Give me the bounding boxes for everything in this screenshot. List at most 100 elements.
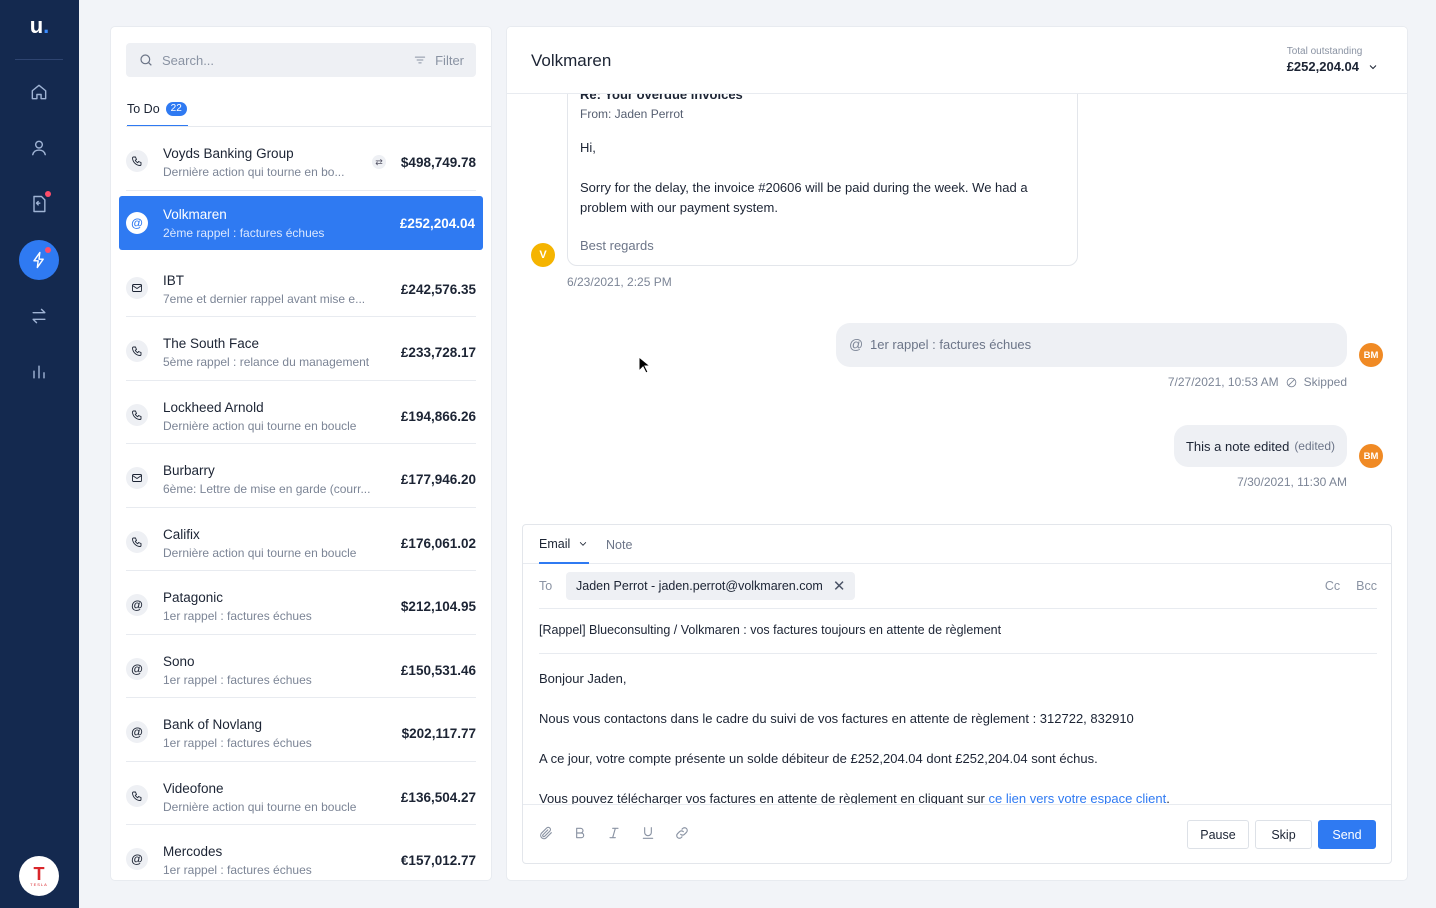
nav-analytics[interactable] (19, 352, 59, 392)
last-action: Dernière action qui tourne en boucle (163, 418, 357, 433)
mail-icon (126, 276, 148, 299)
last-action: Dernière action qui tourne en boucle (163, 799, 357, 814)
document-icon (33, 195, 46, 213)
amount-due: $212,104.95 (400, 599, 476, 614)
incoming-email-card[interactable]: Re: Your overdue invoices From: Jaden Pe… (567, 94, 1078, 266)
skip-button[interactable]: Skip (1255, 820, 1312, 849)
phone-icon (126, 784, 148, 807)
amount-due: $202,117.77 (401, 726, 476, 741)
customer-row[interactable]: Califix Dernière action qui tourne en bou… (126, 508, 476, 571)
customer-title: Volkmaren (531, 51, 612, 70)
customer-row[interactable]: IBT 7eme et dernier rappel avant mise e..… (126, 254, 476, 317)
last-action: 1er rappel : factures échues (163, 672, 312, 687)
nav-invoices[interactable] (19, 184, 59, 224)
filter-button[interactable]: Filter (413, 43, 464, 77)
filter-icon (414, 56, 426, 64)
email-subject: Re: Your overdue invoices (580, 94, 743, 102)
message-timestamp: 7/27/2021, 10:53 AM (1167, 375, 1279, 389)
customer-row[interactable]: @ Mercodes 1er rappel : factures échues €15… (126, 825, 476, 880)
last-action: 7eme et dernier rappel avant mise e... (163, 291, 366, 306)
amount-due: £252,204.04 (399, 215, 475, 231)
amount-due: £177,946.20 (400, 472, 476, 487)
company-avatar[interactable]: T TESLA (19, 856, 59, 896)
link-icon[interactable] (674, 825, 690, 841)
pause-button[interactable]: Pause (1187, 820, 1249, 849)
last-action: 1er rappel : factures échues (163, 609, 312, 623)
italic-icon[interactable] (606, 825, 622, 841)
tab-todo[interactable]: To Do 22 (127, 93, 188, 127)
subject-field[interactable]: [Rappel] Blueconsulting / Volkmaren : vo… (539, 609, 1377, 654)
remove-recipient-icon[interactable]: ✕ (833, 577, 846, 595)
client-portal-link[interactable]: ce lien vers votre espace client (989, 791, 1167, 804)
customer-row[interactable]: Voyds Banking Group Dernière action qui t… (126, 127, 476, 191)
customer-row[interactable]: @ Patagonic 1er rappel : factures échues $2… (126, 571, 476, 635)
nav-home[interactable] (19, 72, 59, 112)
amount-due: £194,866.26 (400, 408, 476, 424)
body-text: . (1166, 791, 1170, 804)
status-label: Skipped (1303, 375, 1347, 389)
last-action: 1er rappel : factures échues (163, 736, 312, 750)
last-action: Dernière action qui tourne en boucle (163, 545, 357, 560)
cc-bcc-toggles: Cc Bcc (1325, 579, 1377, 593)
last-action: Dernière action qui tourne en bo... (163, 165, 345, 179)
list-tabs: To Do 22 (127, 93, 188, 127)
note-bubble[interactable]: This a note edited (edited) (1173, 425, 1347, 467)
sidebar: u. T TESLA (0, 0, 79, 908)
nav-transactions[interactable] (19, 296, 59, 336)
send-button[interactable]: Send (1318, 820, 1376, 849)
customer-row[interactable]: @ Volkmaren 2ème rappel : factures échues £… (119, 195, 483, 250)
email-body-editor[interactable]: Bonjour Jaden, Nous vous contactons dans… (539, 654, 1377, 804)
customer-row[interactable]: Lockheed Arnold Dernière action qui tourn… (126, 381, 476, 444)
outstanding-dropdown[interactable]: £252,204.04 (1287, 59, 1379, 74)
bar-chart-icon (33, 365, 45, 379)
bold-icon[interactable] (572, 825, 588, 841)
conversation-header: Volkmaren Total outstanding £252,204.04 (507, 27, 1407, 94)
search-input[interactable] (162, 43, 402, 77)
avatar: BM (1359, 444, 1383, 468)
amount-due: £150,531.46 (400, 662, 476, 678)
customer-row[interactable]: Videofone Dernière action qui tourne en b… (126, 762, 476, 825)
phone-icon (126, 530, 148, 553)
filter-label: Filter (435, 52, 464, 68)
amount-due: £136,504.27 (400, 789, 476, 805)
bcc-button[interactable]: Bcc (1356, 579, 1377, 593)
nav-customers[interactable] (19, 128, 59, 168)
mail-icon (126, 467, 148, 489)
customer-name: Califix (163, 526, 200, 542)
mouse-cursor-icon (638, 356, 650, 374)
notification-dot (45, 247, 51, 253)
customer-name: Bank of Novlang (163, 717, 263, 732)
customer-row[interactable]: @ Sono 1er rappel : factures échues £150,53… (126, 635, 476, 698)
skipped-action-bubble[interactable]: @ 1er rappel : factures échues (836, 323, 1347, 367)
customer-row[interactable]: Burbarry 6ème: Lettre de mise en garde (c… (126, 444, 476, 508)
amount-due: €157,012.77 (400, 853, 476, 868)
edited-label: (edited) (1294, 439, 1335, 453)
tab-note[interactable]: Note (606, 525, 632, 564)
message-timestamp: 7/30/2021, 11:30 AM (1237, 475, 1347, 489)
recipient-chip[interactable]: Jaden Perrot - jaden.perrot@volkmaren.co… (566, 572, 856, 600)
chevron-down-icon (580, 541, 587, 546)
customer-name: Videofone (163, 780, 224, 796)
attachment-icon[interactable] (538, 825, 554, 841)
note-text: This a note edited (1185, 438, 1290, 454)
customer-name: Mercodes (163, 844, 223, 859)
underline-icon[interactable] (640, 825, 656, 841)
nav-actions[interactable] (19, 240, 59, 280)
customer-list: Voyds Banking Group Dernière action qui t… (111, 127, 491, 880)
customer-name: Sono (163, 653, 195, 669)
tab-note-label: Note (606, 537, 633, 552)
tab-email[interactable]: Email (539, 525, 589, 564)
outstanding-label: Total outstanding (1286, 46, 1363, 57)
customer-row[interactable]: @ Bank of Novlang 1er rappel : factures éc… (126, 698, 476, 762)
user-icon (32, 140, 46, 156)
customer-row[interactable]: The South Face 5ème rappel : relance du m… (126, 317, 476, 381)
customer-list-panel: Filter To Do 22 Voyds Banking Group Derni… (111, 27, 491, 880)
amount-due: £233,728.17 (400, 345, 476, 360)
cc-button[interactable]: Cc (1325, 579, 1340, 593)
sidebar-divider (15, 59, 63, 60)
message-composer: Email Note To Jaden Perrot - jaden.perro… (522, 524, 1392, 864)
app-logo[interactable]: u. (0, 10, 79, 46)
at-icon: @ (126, 657, 148, 680)
skipped-meta: 7/27/2021, 10:53 AM Skipped (1168, 375, 1347, 389)
message-timestamp: 6/23/2021, 2:25 PM (567, 275, 672, 289)
